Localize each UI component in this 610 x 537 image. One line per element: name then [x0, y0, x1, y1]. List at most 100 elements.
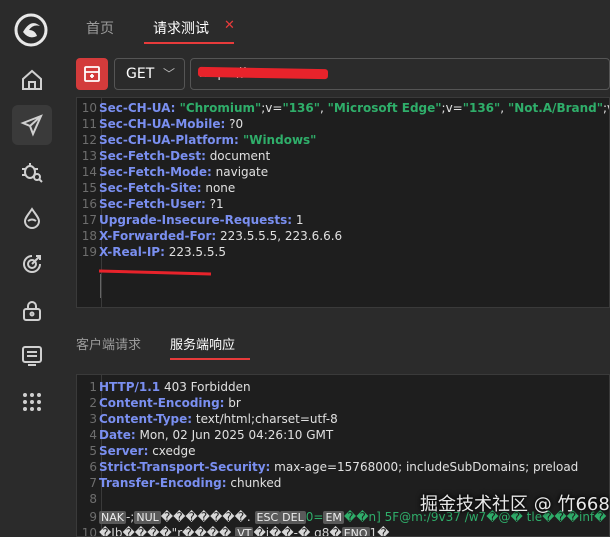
watermark: 掘金技术社区 @ 竹668	[420, 494, 610, 515]
header-value: text/html;charset=utf-8	[192, 412, 338, 426]
line-number: 5	[89, 444, 97, 458]
tab-server-response[interactable]: 服务端响应	[170, 334, 235, 353]
code-line: 1 HTTP/1.1 403 Forbidden	[77, 379, 609, 395]
line-number: 8	[89, 492, 97, 506]
line-number: 4	[89, 428, 97, 442]
code-line: 16 Sec-Fetch-User: ?1	[77, 196, 609, 212]
line-number: 3	[89, 412, 97, 426]
header-value: ;v=	[441, 101, 463, 115]
header-value: "Not.A/Brand"	[507, 101, 603, 115]
header-key: Upgrade-Insecure-Requests:	[99, 213, 293, 227]
request-headers-editor[interactable]: 10 Sec-CH-UA: "Chromium";v="136", "Micros…	[76, 97, 610, 308]
line-number: 6	[89, 460, 97, 474]
header-value: "Microsoft Edge"	[327, 101, 442, 115]
header-key: Transfer-Encoding:	[99, 476, 227, 490]
highlight-underline	[98, 269, 212, 276]
close-icon[interactable]: ✕	[224, 18, 235, 33]
line-number: 2	[89, 396, 97, 410]
header-key: Date:	[99, 428, 136, 442]
header-value: "Windows"	[238, 133, 317, 147]
header-value: "136"	[282, 101, 321, 115]
code-line: 3 Content-Type: text/html;charset=utf-8	[77, 411, 609, 427]
bug-search-icon[interactable]	[16, 156, 48, 188]
header-value: ,	[320, 101, 328, 115]
send-icon[interactable]	[12, 105, 52, 145]
header-value: max-age=15768000; includeSubDomains; pre…	[270, 460, 579, 474]
header-value: ?1	[205, 197, 224, 211]
active-tab-indicator	[144, 42, 234, 44]
header-key: HTTP/1.1	[99, 380, 161, 394]
code-line: 13 Sec-Fetch-Dest: document	[77, 148, 609, 164]
active-section-indicator	[170, 358, 250, 360]
code-line: 15 Sec-Fetch-Site: none	[77, 180, 609, 196]
line-number: 14	[81, 165, 97, 179]
method-value: GET	[126, 66, 155, 82]
header-value: none	[201, 181, 236, 195]
code-line: 7 Transfer-Encoding: chunked	[77, 475, 609, 491]
list-icon[interactable]	[16, 340, 48, 372]
chevron-down-icon: ﹀	[162, 67, 175, 81]
header-value: 403 Forbidden	[160, 380, 251, 394]
header-value: ;v=	[261, 101, 283, 115]
tab-request-test[interactable]: 请求测试	[153, 18, 209, 38]
request-bar: GET ﹀ https://....	[76, 58, 610, 90]
line-number: 16	[81, 197, 97, 211]
header-key: Sec-CH-UA-Platform:	[99, 133, 239, 147]
header-value: cxedge	[148, 444, 196, 458]
line-number: 15	[81, 181, 97, 195]
header-value: ?0	[225, 117, 244, 131]
home-icon[interactable]	[16, 64, 48, 96]
header-key: Sec-Fetch-Mode:	[99, 165, 212, 179]
header-key: Sec-CH-UA:	[99, 101, 176, 115]
apps-icon[interactable]	[16, 386, 48, 418]
code-line: 5 Server: cxedge	[77, 443, 609, 459]
header-key: Content-Encoding:	[99, 396, 225, 410]
code-line: 4 Date: Mon, 02 Jun 2025 04:26:10 GMT	[77, 427, 609, 443]
header-key: Sec-Fetch-User:	[99, 197, 206, 211]
send-request-button[interactable]	[76, 58, 108, 90]
method-select[interactable]: GET ﹀	[114, 58, 185, 90]
code-line: 17 Upgrade-Insecure-Requests: 1	[77, 212, 609, 228]
drop-icon[interactable]	[16, 202, 48, 234]
header-value: br	[224, 396, 241, 410]
header-value: 1	[292, 213, 304, 227]
save-request-icon	[84, 66, 100, 82]
tab-client-request[interactable]: 客户端请求	[76, 334, 141, 353]
line-number: 13	[81, 149, 97, 163]
code-line: 10 Sec-CH-UA: "Chromium";v="136", "Micros…	[77, 100, 609, 116]
target-icon[interactable]	[16, 248, 48, 280]
header-key: X-Forwarded-For:	[99, 229, 217, 243]
code-line: 14 Sec-Fetch-Mode: navigate	[77, 164, 609, 180]
line-number: 17	[81, 213, 97, 227]
header-value: navigate	[211, 165, 269, 179]
code-line: 12 Sec-CH-UA-Platform: "Windows"	[77, 132, 609, 148]
code-line: 10 �Jb����"r���� VT �i��-� g8� ENQ 1�	[77, 525, 609, 536]
text-cursor	[100, 274, 101, 298]
main-panel: 首页 请求测试 ✕ GET ﹀ https://.... 10Sec-CH-UA…	[64, 0, 610, 537]
header-value: ;v=	[603, 101, 609, 115]
line-number: 19	[81, 245, 97, 259]
lock-icon[interactable]	[16, 295, 48, 327]
header-value: Mon, 02 Jun 2025 04:26:10 GMT	[135, 428, 334, 442]
code-line: 19 X-Real-IP: 223.5.5.5	[77, 244, 609, 260]
header-value: 223.5.5.5, 223.6.6.6	[216, 229, 343, 243]
header-key: Strict-Transport-Security:	[99, 460, 271, 474]
tab-bar: 首页 请求测试 ✕	[64, 0, 610, 52]
app-logo	[14, 13, 48, 47]
line-number: 12	[81, 133, 97, 147]
code-line: 11 Sec-CH-UA-Mobile: ?0	[77, 116, 609, 132]
header-value: "136"	[462, 101, 501, 115]
header-value: chunked	[226, 476, 282, 490]
header-value: "Chromium"	[175, 101, 262, 115]
header-key: Content-Type:	[99, 412, 193, 426]
line-number: 11	[81, 117, 97, 131]
sidebar	[0, 0, 64, 537]
line-number: 18	[81, 229, 97, 243]
header-key: Sec-CH-UA-Mobile:	[99, 117, 226, 131]
header-value: document	[205, 149, 271, 163]
line-number: 10	[81, 101, 97, 115]
tab-home[interactable]: 首页	[86, 18, 114, 38]
line-number: 1	[89, 380, 97, 394]
header-key: Sec-Fetch-Site:	[99, 181, 202, 195]
code-line: 18 X-Forwarded-For: 223.5.5.5, 223.6.6.6	[77, 228, 609, 244]
